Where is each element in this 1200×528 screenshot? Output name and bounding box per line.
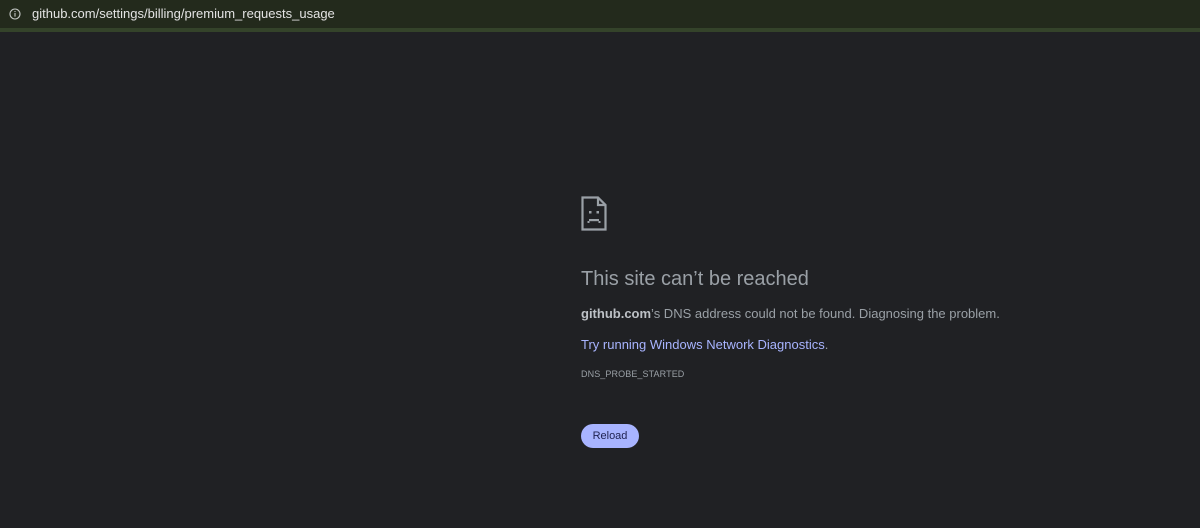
error-code: DNS_PROBE_STARTED [581,369,685,379]
url-text[interactable]: github.com/settings/billing/premium_requ… [32,6,335,21]
sad-document-icon [581,196,607,231]
info-icon[interactable] [9,7,21,20]
error-description-text: ’s DNS address could not be found. Diagn… [651,306,1000,321]
network-diagnostics-link[interactable]: Windows Network Diagnostics [650,337,825,352]
address-bar[interactable]: github.com/settings/billing/premium_requ… [0,0,1200,32]
error-host: github.com [581,306,652,321]
suggestion-prefix: Try running [581,337,650,352]
error-title: This site can’t be reached [581,268,809,290]
suggestion-suffix: . [824,337,829,352]
diagnostics-suggestion: Try running Windows Network Diagnostics. [581,337,828,352]
reload-button[interactable]: Reload [581,424,639,448]
error-description: github.com’s DNS address could not be fo… [581,306,1000,321]
